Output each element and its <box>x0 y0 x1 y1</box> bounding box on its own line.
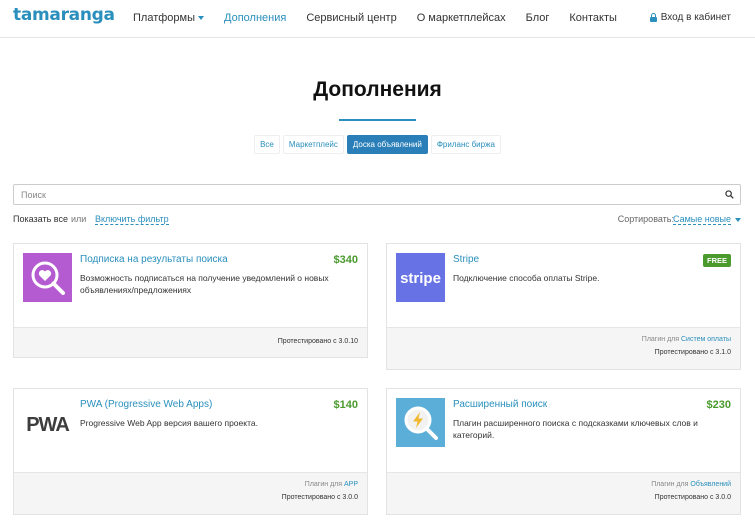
addon-card[interactable]: Подписка на результаты поиска $340 Возмо… <box>13 243 368 358</box>
addon-card[interactable]: PWA PWA (Progressive Web Apps) $140 Prog… <box>13 388 368 515</box>
nav-item-label: О маркетплейсах <box>416 12 506 24</box>
login-link[interactable]: Вход в кабинет <box>649 12 731 23</box>
stripe-logo: stripe <box>396 253 445 302</box>
addon-name[interactable]: Подписка на результаты поиска <box>80 254 228 265</box>
addon-name[interactable]: PWA (Progressive Web Apps) <box>80 399 212 410</box>
free-badge: FREE <box>702 254 731 267</box>
nav-item-label: Дополнения <box>224 12 287 24</box>
show-all-link[interactable]: Показать все <box>13 214 68 224</box>
plugin-for-link[interactable]: Объявлений <box>690 481 731 488</box>
sort-dropdown[interactable]: Самые новые <box>673 214 741 225</box>
chevron-down-icon <box>735 217 741 222</box>
addon-name[interactable]: Stripe <box>453 254 479 265</box>
lock-icon <box>649 13 657 22</box>
search-box <box>13 184 741 205</box>
addon-description: Возможность подписаться на получение уве… <box>80 273 329 295</box>
nav-item-platforms[interactable]: Платформы <box>133 12 204 24</box>
addon-footer: Плагин для Объявлений Протестировано с 3… <box>387 472 740 514</box>
plugin-for: Плагин для Систем оплаты <box>642 336 731 343</box>
addon-description: Progressive Web App версия вашего проект… <box>80 418 258 428</box>
addon-price: $140 <box>333 399 358 411</box>
plugin-for-label: Плагин для <box>641 336 680 343</box>
nav-item-blog[interactable]: Блог <box>526 12 550 24</box>
nav-item-contacts[interactable]: Контакты <box>569 12 617 24</box>
addon-card[interactable]: stripe Stripe FREE Подключение способа о… <box>386 243 741 370</box>
enable-filter-link[interactable]: Включить фильтр <box>95 214 169 225</box>
nav-item-addons[interactable]: Дополнения <box>224 12 286 24</box>
stripe-logo-text: stripe <box>400 270 441 287</box>
nav-item-label: Контакты <box>569 12 617 24</box>
plugin-for-link[interactable]: APP <box>344 481 358 488</box>
site-header: tamaranga Платформы Дополнения Сервисный… <box>0 0 755 38</box>
addon-price: $230 <box>706 399 731 411</box>
tested-version: Протестировано с 3.0.0 <box>654 494 731 501</box>
tab-all[interactable]: Все <box>254 135 280 154</box>
tab-freelance[interactable]: Фриланс биржа <box>430 135 501 154</box>
tested-version: Протестировано с 3.0.0 <box>281 494 358 501</box>
nav-item-label: Блог <box>525 12 550 24</box>
plugin-for-label: Плагин для <box>304 481 343 488</box>
sort-value: Самые новые <box>673 214 731 225</box>
page-title: Дополнения <box>313 78 442 101</box>
filter-row: Показать все или Включить фильтр Сортиро… <box>13 214 741 226</box>
addon-name[interactable]: Расширенный поиск <box>453 399 547 410</box>
nav-item-label: Платформы <box>133 12 195 24</box>
lightning-search-icon <box>396 398 445 447</box>
addon-footer: Плагин для APP Протестировано с 3.0.0 <box>14 472 367 514</box>
category-tabs: Все Маркетплейс Доска объявлений Фриланс… <box>0 135 755 154</box>
plugin-for-label: Плагин для <box>651 481 689 488</box>
title-divider <box>339 119 416 121</box>
addon-card[interactable]: Расширенный поиск $230 Плагин расширенно… <box>386 388 741 515</box>
search-icon[interactable] <box>725 190 734 199</box>
or-label: или <box>71 214 87 224</box>
nav-item-label: Сервисный центр <box>306 12 397 24</box>
tab-marketplace[interactable]: Маркетплейс <box>282 135 344 154</box>
search-input[interactable] <box>14 185 704 205</box>
nav-item-about-marketplaces[interactable]: О маркетплейсах <box>417 12 506 24</box>
plugin-for-link[interactable]: Систем оплаты <box>681 336 731 343</box>
addon-description: Плагин расширенного поиска с подсказками… <box>453 418 698 440</box>
site-logo[interactable]: tamaranga <box>13 5 115 25</box>
addon-footer: Плагин для Систем оплаты Протестировано … <box>387 327 740 369</box>
tested-version: Протестировано с 3.1.0 <box>654 349 731 356</box>
plugin-for: Плагин для APP <box>305 481 358 488</box>
main-nav: Платформы Дополнения Сервисный центр О м… <box>133 12 637 24</box>
chevron-down-icon <box>198 16 204 20</box>
addon-price: $340 <box>333 254 358 266</box>
tested-version: Протестировано с 3.0.10 <box>277 338 358 345</box>
pwa-logo: PWA <box>23 398 72 447</box>
tab-classifieds[interactable]: Доска объявлений <box>346 135 428 154</box>
heart-search-icon <box>23 253 72 302</box>
nav-item-service-center[interactable]: Сервисный центр <box>306 12 396 24</box>
sort-label: Сортировать: <box>617 214 674 224</box>
addon-footer: Протестировано с 3.0.10 <box>14 327 367 357</box>
addon-description: Подключение способа оплаты Stripe. <box>453 273 600 283</box>
login-label: Вход в кабинет <box>660 12 731 23</box>
plugin-for: Плагин для Объявлений <box>651 481 731 488</box>
